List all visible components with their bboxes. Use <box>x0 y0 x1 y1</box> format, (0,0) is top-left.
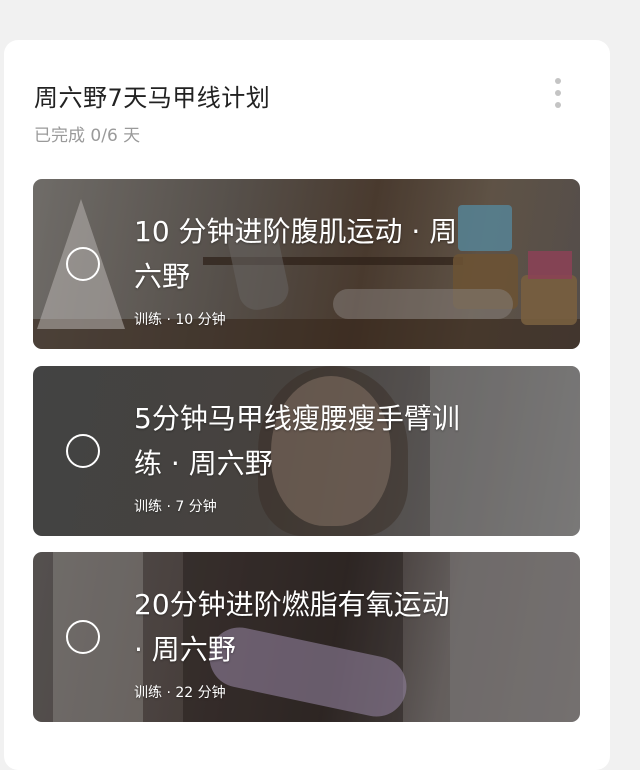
complete-circle-icon[interactable] <box>66 247 100 281</box>
menu-dot <box>555 90 561 96</box>
workout-card-3[interactable]: 20分钟进阶燃脂有氧运动 · 周六野 训练 · 22 分钟 <box>33 552 580 722</box>
menu-dot <box>555 78 561 84</box>
workout-title: 20分钟进阶燃脂有氧运动 · 周六野 <box>134 588 450 666</box>
plan-title: 周六野7天马甲线计划 <box>34 84 271 112</box>
workout-meta: 训练 · 10 分钟 <box>134 312 226 328</box>
more-options-icon[interactable] <box>544 74 572 112</box>
workout-title: 10 分钟进阶腹肌运动 · 周六野 <box>134 215 458 293</box>
workout-meta: 训练 · 22 分钟 <box>134 685 226 701</box>
workout-title: 5分钟马甲线瘦腰瘦手臂训练 · 周六野 <box>134 402 460 480</box>
plan-progress: 已完成 0/6 天 <box>34 126 141 146</box>
workout-meta: 训练 · 7 分钟 <box>134 499 217 515</box>
complete-circle-icon[interactable] <box>66 620 100 654</box>
menu-dot <box>555 102 561 108</box>
complete-circle-icon[interactable] <box>66 434 100 468</box>
workout-card-2[interactable]: 5分钟马甲线瘦腰瘦手臂训练 · 周六野 训练 · 7 分钟 <box>33 366 580 536</box>
workout-card-1[interactable]: 10 分钟进阶腹肌运动 · 周六野 训练 · 10 分钟 <box>33 179 580 349</box>
plan-card: 周六野7天马甲线计划 已完成 0/6 天 10 分钟进阶腹肌运动 · 周六野 训… <box>4 40 610 770</box>
